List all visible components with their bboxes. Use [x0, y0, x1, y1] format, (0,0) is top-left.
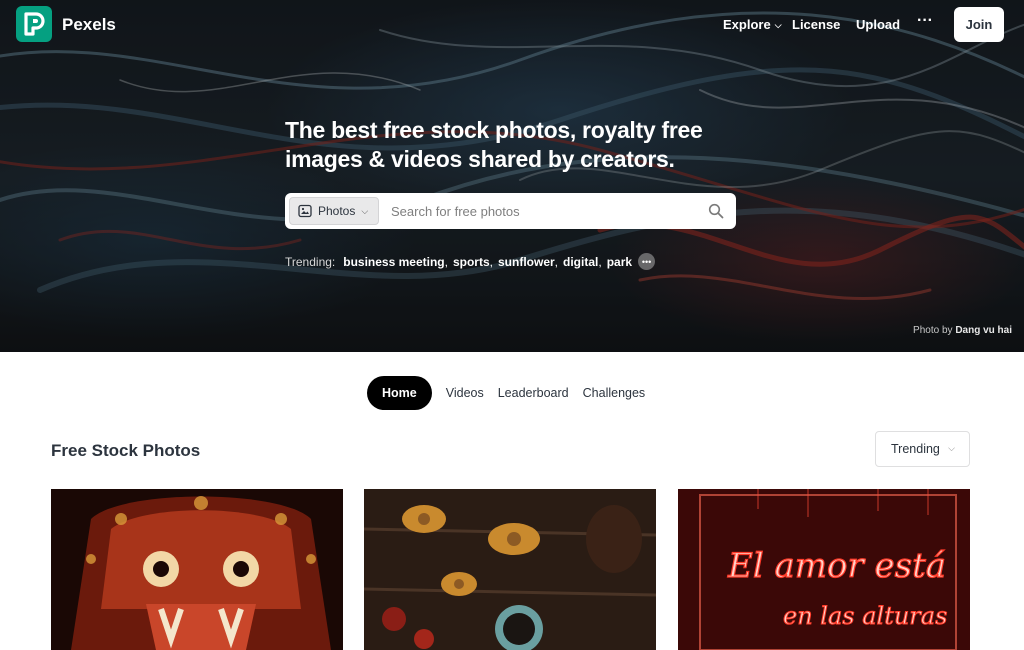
photo-credit: Photo by Dang vu hai	[913, 325, 1012, 336]
hero-headline: The best free stock photos, royalty free…	[285, 117, 703, 172]
hero-banner: Pexels Explore ⌵ License Upload ··· Join …	[0, 0, 1024, 352]
tag-separator: ,	[444, 254, 448, 269]
trending-label: Trending:	[285, 254, 336, 269]
neon-text-line2: en las alturas	[783, 602, 947, 630]
photo-card[interactable]	[364, 489, 656, 650]
nav-explore-label: Explore	[723, 17, 771, 32]
top-navigation: Pexels Explore ⌵ License Upload ··· Join	[0, 0, 1024, 48]
tag-separator: ,	[489, 254, 493, 269]
image-icon	[298, 204, 312, 218]
trending-searches: Trending: business meeting, sports, sunf…	[285, 253, 656, 270]
chevron-down-icon: ⌵	[361, 205, 369, 216]
trending-tag[interactable]: sports	[453, 255, 490, 269]
trending-tag[interactable]: park	[607, 255, 632, 269]
search-type-label: Photos	[318, 204, 356, 218]
photo-neon-sign: El amor está en las alturas	[678, 489, 970, 650]
search-input[interactable]	[391, 200, 691, 222]
section-title: Free Stock Photos	[51, 441, 201, 460]
neon-text-line1: El amor está	[727, 546, 946, 586]
more-menu-icon[interactable]: ···	[917, 12, 933, 30]
tab-leaderboard[interactable]: Leaderboard	[498, 386, 569, 400]
tag-separator: ,	[554, 254, 559, 269]
nav-upload[interactable]: Upload	[856, 17, 900, 32]
hero-background-image	[0, 0, 1024, 352]
content-tabs: Home Videos Leaderboard Challenges	[367, 376, 659, 410]
more-tags-icon[interactable]: •••	[638, 253, 656, 270]
brand-name[interactable]: Pexels	[62, 15, 116, 35]
join-button[interactable]: Join	[954, 7, 1004, 42]
nav-explore[interactable]: Explore ⌵	[723, 17, 782, 32]
photo-barong-mask	[51, 489, 343, 650]
chevron-down-icon: ⌵	[948, 443, 955, 453]
logo-p-icon	[24, 12, 45, 36]
trending-tag[interactable]: sunflower	[498, 255, 555, 269]
photo-card[interactable]: El amor está en las alturas	[678, 489, 970, 650]
search-bar: Photos ⌵	[285, 193, 736, 229]
search-icon[interactable]	[708, 203, 724, 219]
chevron-down-icon: ⌵	[774, 20, 782, 30]
search-type-dropdown[interactable]: Photos ⌵	[289, 197, 379, 225]
pexels-logo[interactable]	[16, 6, 52, 42]
photo-card[interactable]	[51, 489, 343, 650]
tab-home[interactable]: Home	[367, 376, 432, 410]
tab-challenges[interactable]: Challenges	[583, 386, 646, 400]
trending-tag[interactable]: business meeting	[343, 255, 444, 269]
trending-tag[interactable]: digital	[563, 255, 598, 269]
sort-dropdown[interactable]: Trending ⌵	[875, 431, 970, 467]
sort-label: Trending	[891, 442, 940, 456]
credit-author-link[interactable]: Dang vu hai	[955, 325, 1012, 336]
credit-prefix: Photo by	[913, 325, 953, 336]
tag-separator: ,	[598, 254, 602, 269]
photo-dried-flowers-tea	[364, 489, 656, 650]
tab-videos[interactable]: Videos	[446, 386, 484, 400]
nav-license[interactable]: License	[792, 17, 840, 32]
